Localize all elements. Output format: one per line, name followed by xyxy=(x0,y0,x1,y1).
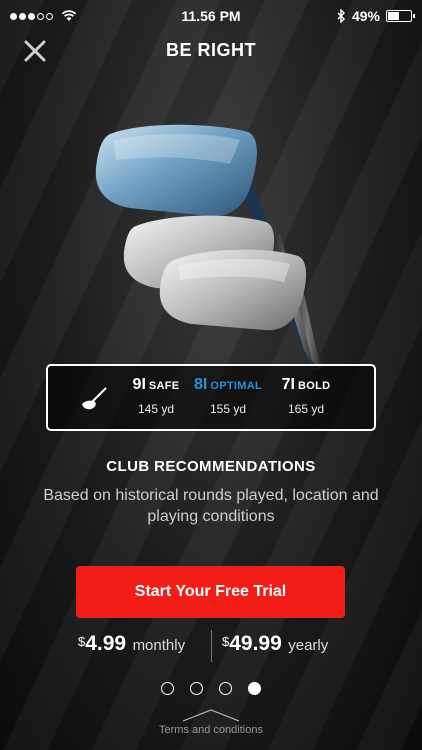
wifi-icon xyxy=(61,10,77,21)
start-free-trial-button[interactable]: Start Your Free Trial xyxy=(76,566,345,618)
price-period: monthly xyxy=(132,637,186,654)
price-yearly[interactable]: $49.99 yearly xyxy=(222,632,328,656)
feature-description: Based on historical rounds played, locat… xyxy=(43,487,379,525)
recommendation-bold: 7I BOLD 165 yd xyxy=(276,376,336,416)
club-distance: 155 yd xyxy=(209,402,247,416)
recommendation-safe: 9I SAFE 145 yd xyxy=(128,376,184,416)
page-dot[interactable] xyxy=(161,682,174,695)
price-monthly[interactable]: $4.99 monthly xyxy=(78,632,185,656)
club-label: 8I xyxy=(194,376,208,393)
currency-symbol: $ xyxy=(78,634,86,649)
club-label: 9I xyxy=(132,376,146,393)
club-label: 7I xyxy=(281,376,295,393)
price-amount: 4.99 xyxy=(85,632,127,655)
status-bar: 11.56 PM 49% xyxy=(0,0,422,32)
recommendation-optimal: 8I OPTIMAL 155 yd xyxy=(188,376,268,416)
club-distance: 145 yd xyxy=(137,402,175,416)
club-tag: OPTIMAL xyxy=(210,380,262,392)
page-dot-active[interactable] xyxy=(248,682,261,695)
club-tag: BOLD xyxy=(297,380,331,392)
page-dot[interactable] xyxy=(190,682,203,695)
signal-dots-icon xyxy=(10,10,77,22)
chevron-up-icon[interactable] xyxy=(181,708,241,722)
price-period: yearly xyxy=(288,637,329,654)
golf-irons-image xyxy=(95,124,326,370)
pricing-row: $4.99 monthly $49.99 yearly xyxy=(0,628,422,664)
feature-heading: CLUB RECOMMENDATIONS xyxy=(106,458,316,475)
bluetooth-icon xyxy=(337,9,345,23)
battery-percent: 49% xyxy=(351,8,380,24)
currency-symbol: $ xyxy=(222,634,230,649)
golf-club-icon xyxy=(82,387,107,410)
terms-and-conditions-link[interactable]: Terms and conditions xyxy=(0,724,422,736)
page-title: BE RIGHT xyxy=(165,40,256,60)
price-divider xyxy=(211,630,212,662)
club-distance: 165 yd xyxy=(287,402,325,416)
battery-icon xyxy=(386,10,415,22)
page-indicator xyxy=(0,682,422,695)
page-dot[interactable] xyxy=(219,682,232,695)
price-amount: 49.99 xyxy=(229,632,282,655)
club-tag: SAFE xyxy=(148,380,180,392)
club-recommendation-card: 9I SAFE 145 yd 8I OPTIMAL 155 yd 7I BOLD 16… xyxy=(46,364,376,431)
